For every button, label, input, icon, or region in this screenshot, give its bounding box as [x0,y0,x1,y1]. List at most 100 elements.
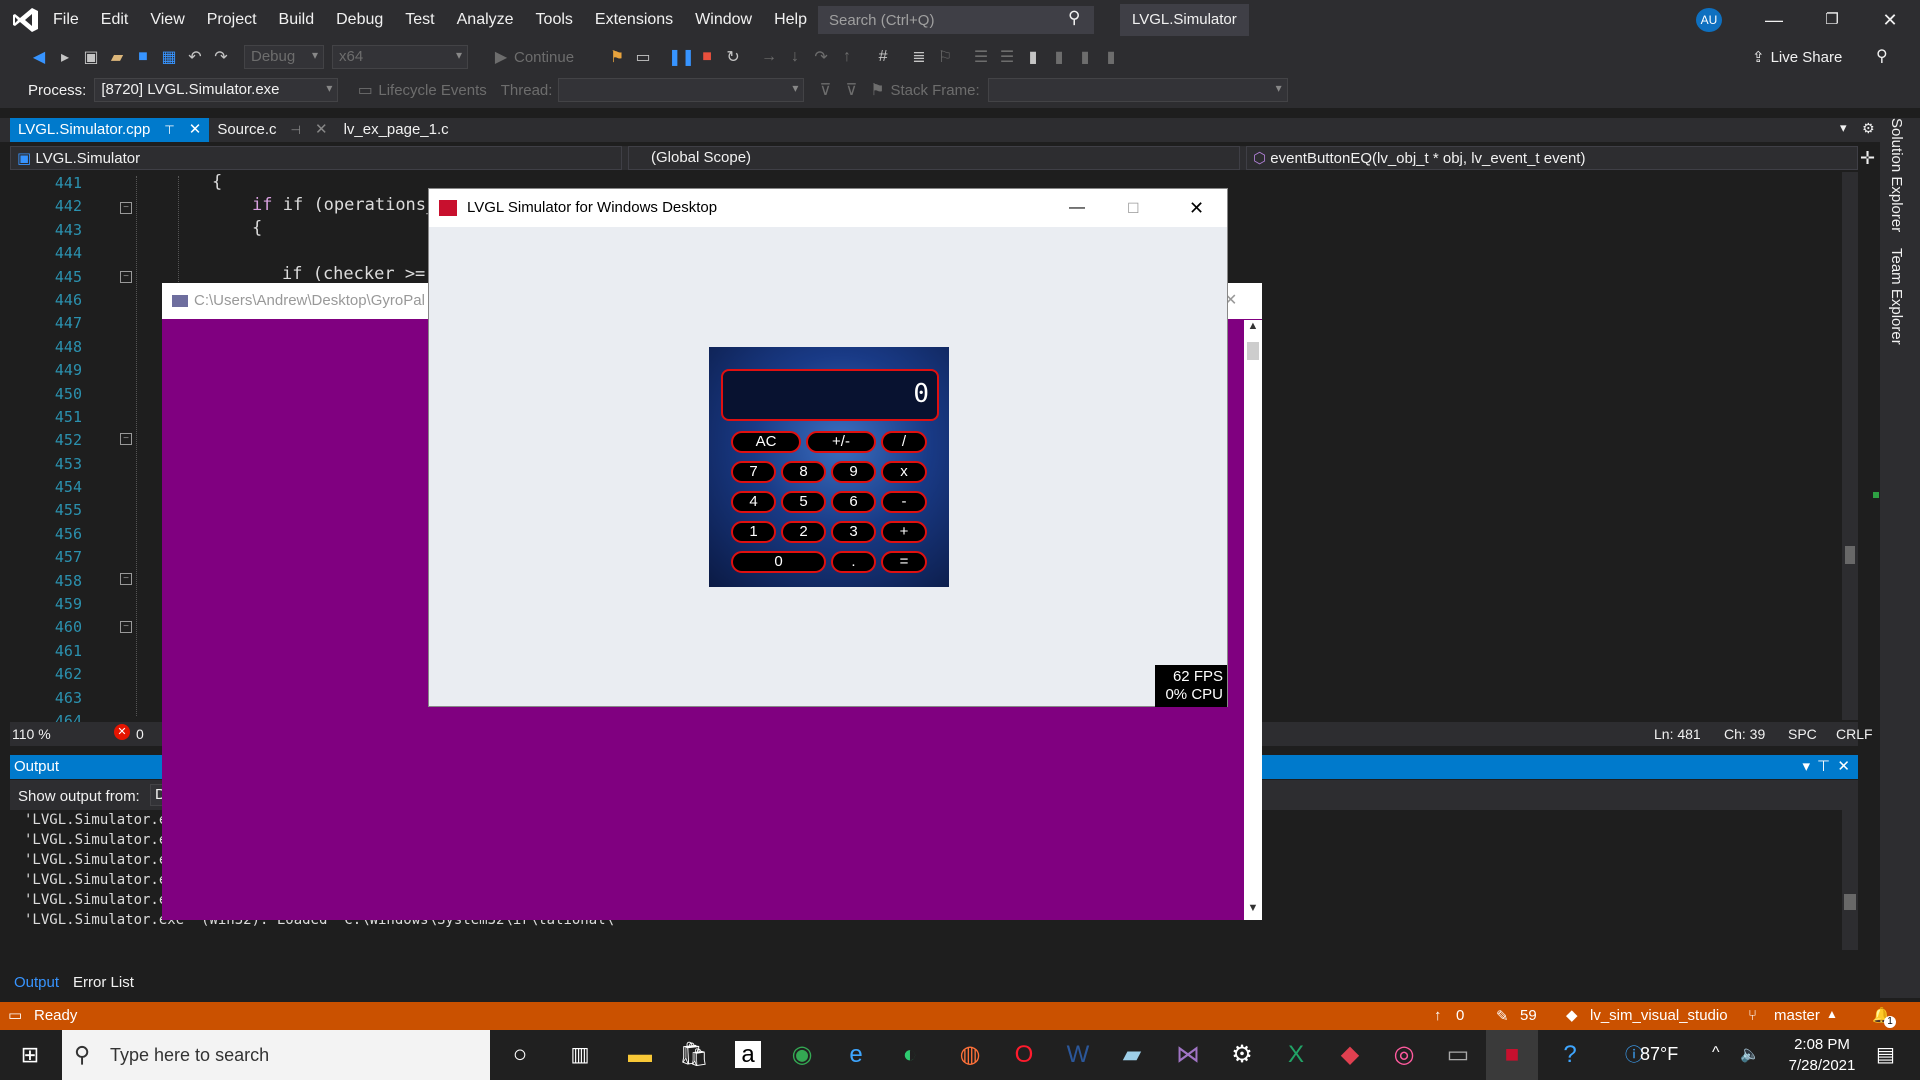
lvgl-taskbar-icon[interactable]: ■ [1486,1030,1538,1080]
split-icon[interactable]: ✛ [1860,148,1875,169]
step-over-icon[interactable]: ↷ [808,47,834,67]
key-minus[interactable]: - [881,491,927,513]
file-explorer-icon[interactable]: ▬ [614,1030,666,1080]
indent-icon[interactable]: ☰ [968,47,994,67]
line-ending-indicator[interactable]: CRLF [1836,726,1873,742]
editor-scrollbar[interactable] [1842,172,1858,720]
menu-file[interactable]: File [42,8,90,32]
search-icon[interactable]: ⚲ [1068,8,1080,28]
close-icon[interactable]: ✕ [189,118,202,142]
action-center-icon[interactable]: ▤ [1876,1042,1895,1067]
menu-edit[interactable]: Edit [90,8,140,32]
word-icon[interactable]: W [1052,1030,1104,1080]
repo-icon[interactable]: ◆ [1566,1006,1578,1024]
key-decimal[interactable]: . [831,551,876,573]
close-icon[interactable]: ✕ [315,118,328,142]
stack-frame-select[interactable] [987,78,1288,102]
opera-icon[interactable]: O [998,1030,1050,1080]
menu-debug[interactable]: Debug [325,8,394,32]
key-ac[interactable]: AC [731,431,801,453]
pin-icon[interactable]: ⚲ [1876,46,1888,66]
scrollbar-thumb[interactable] [1845,546,1855,564]
close-button[interactable]: ✕ [1861,0,1919,40]
error-icon[interactable]: ✕ [114,724,130,740]
play-icon[interactable]: ▶ [488,47,514,67]
key-9[interactable]: 9 [831,461,876,483]
stop-icon[interactable]: ■ [694,48,720,66]
open-folder-icon[interactable]: ▰ [104,47,130,67]
menu-view[interactable]: View [139,8,195,32]
thread-icon[interactable]: ≣ [906,47,932,67]
screen-icon[interactable]: ▭ [630,47,656,67]
menu-help[interactable]: Help [763,8,818,32]
branch-name[interactable]: master [1774,1007,1820,1024]
new-project-icon[interactable]: ▣ [78,47,104,67]
task-view-icon[interactable]: ▥ [554,1030,606,1080]
chevron-up-icon[interactable]: ^ [1712,1044,1720,1062]
close-button[interactable]: ✕ [1189,189,1204,227]
pin-icon[interactable]: ⊣ [291,118,301,142]
solution-explorer-tab[interactable]: Solution Explorer [1888,118,1905,232]
close-icon[interactable]: ✕ [1837,755,1850,779]
console-scrollbar[interactable]: ▲ ▼ [1244,320,1262,920]
step-out-icon[interactable]: ↑ [834,48,860,66]
lvgl-simulator-window[interactable]: LVGL Simulator for Windows Desktop — ☐ ✕… [428,188,1228,707]
fold-toggle[interactable]: − [120,573,132,585]
fold-toggle[interactable]: − [120,271,132,283]
taskbar-search-input[interactable]: Type here to search [62,1030,490,1080]
forward-icon[interactable]: ▸ [52,47,78,67]
chrome-icon[interactable]: ◉ [776,1030,828,1080]
firefox-icon[interactable]: ◍ [944,1030,996,1080]
menu-project[interactable]: Project [196,8,268,32]
key-4[interactable]: 4 [731,491,776,513]
member-select[interactable]: ⬡ eventButtonEQ(lv_obj_t * obj, lv_event… [1246,146,1858,170]
team-explorer-tab[interactable]: Team Explorer [1888,248,1905,345]
key-0[interactable]: 0 [731,551,826,573]
store-icon[interactable]: 🛍 [668,1030,720,1080]
key-plus-minus[interactable]: +/- [806,431,876,453]
branch-icon[interactable]: ⑂ [1748,1007,1757,1024]
menu-extensions[interactable]: Extensions [584,8,684,32]
key-plus[interactable]: + [881,521,927,543]
help-icon[interactable]: ? [1544,1030,1596,1080]
filter-clear-icon[interactable]: ⊽ [838,80,864,100]
tab-source-c[interactable]: Source.c ⊣ ✕ [209,118,335,142]
bookmark-prev-icon[interactable]: ▮ [1046,47,1072,67]
filter-icon[interactable]: ⊽ [812,80,838,100]
minimize-button[interactable]: — [1069,189,1085,227]
lifecycle-events-button[interactable]: Lifecycle Events [378,82,486,99]
undo-icon[interactable]: ↶ [182,47,208,67]
key-5[interactable]: 5 [781,491,826,513]
temperature[interactable]: 87°F [1640,1044,1678,1065]
changes-count[interactable]: 59 [1520,1007,1537,1024]
key-3[interactable]: 3 [831,521,876,543]
outdent-icon[interactable]: ☰ [994,47,1020,67]
restore-button[interactable]: ❐ [1803,0,1861,40]
amazon-icon[interactable]: a [722,1030,774,1080]
key-divide[interactable]: / [881,431,927,453]
save-icon[interactable]: ■ [130,48,156,66]
bookmark-next-icon[interactable]: ▮ [1072,47,1098,67]
attach-icon[interactable]: ⚑ [604,47,630,67]
fold-toggle[interactable]: − [120,433,132,445]
start-icon[interactable]: ⊞ [0,1030,60,1080]
project-select[interactable]: ▣ LVGL.Simulator [10,146,622,170]
key-8[interactable]: 8 [781,461,826,483]
volume-icon[interactable]: 🔈 [1740,1044,1760,1064]
key-7[interactable]: 7 [731,461,776,483]
error-count[interactable]: 0 [136,726,144,742]
output-scrollbar[interactable] [1842,810,1858,950]
chevron-up-icon[interactable]: ▲ [1826,1007,1838,1021]
pin-icon[interactable]: ⊤ [1817,755,1830,779]
tab-output[interactable]: Output [10,974,63,991]
menu-window[interactable]: Window [684,8,763,32]
config-select[interactable]: Debug [244,45,324,69]
tab-lv-ex-page-1-c[interactable]: lv_ex_page_1.c [336,118,457,142]
save-all-icon[interactable]: ▦ [156,47,182,67]
line-indicator[interactable]: Ln: 481 [1654,726,1701,742]
process-select[interactable]: [8720] LVGL.Simulator.exe [94,78,339,102]
key-1[interactable]: 1 [731,521,776,543]
hex-icon[interactable]: # [870,48,896,66]
scope-select[interactable]: (Global Scope) [628,146,1240,170]
column-indicator[interactable]: Ch: 39 [1724,726,1765,742]
